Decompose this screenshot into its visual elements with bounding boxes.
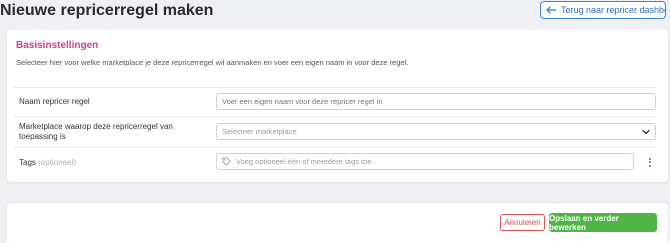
name-label: Naam repricer regel [19,97,90,106]
tag-icon [222,157,231,166]
tags-input[interactable]: Voeg optioneel één of meerdere tags toe [216,153,634,170]
save-and-edit-button[interactable]: Opslaan en verder bewerken [549,213,657,232]
marketplace-row: Marketplace waarop deze repricerregel va… [14,116,657,145]
marketplace-select[interactable]: Selecteer marketplace [216,123,656,140]
section-title: Basisinstellingen [16,40,99,51]
basis-settings-card: Basisinstellingen Selecteer hier voor we… [7,30,668,182]
back-to-dashboard-button[interactable]: Terug naar repricer dashboard [540,1,666,19]
footer-bar: Annuleren Opslaan en verder bewerken [7,203,668,243]
arrow-left-icon [546,6,556,14]
tags-label: Tags (optioneel) [19,158,76,168]
more-options-icon[interactable] [646,155,654,169]
section-description: Selecteer hier voor welke marketplace je… [16,58,409,67]
name-row: Naam repricer regel [14,87,657,113]
marketplace-label: Marketplace waarop deze repricerregel va… [19,122,173,141]
tags-row: Tags (optioneel) Voeg optioneel één of m… [14,147,657,174]
name-input[interactable] [216,93,656,110]
cancel-button[interactable]: Annuleren [500,214,545,231]
marketplace-select-value: Selecteer marketplace [222,127,297,136]
tags-label-text: Tags [19,158,36,167]
page-title: Nieuwe repricerregel maken [0,2,214,19]
chevron-down-icon [642,129,650,134]
tags-placeholder: Voeg optioneel één of meerdere tags toe [236,157,372,166]
back-button-label: Terug naar repricer dashboard [561,5,665,15]
tags-optional-hint: (optioneel) [38,158,76,167]
